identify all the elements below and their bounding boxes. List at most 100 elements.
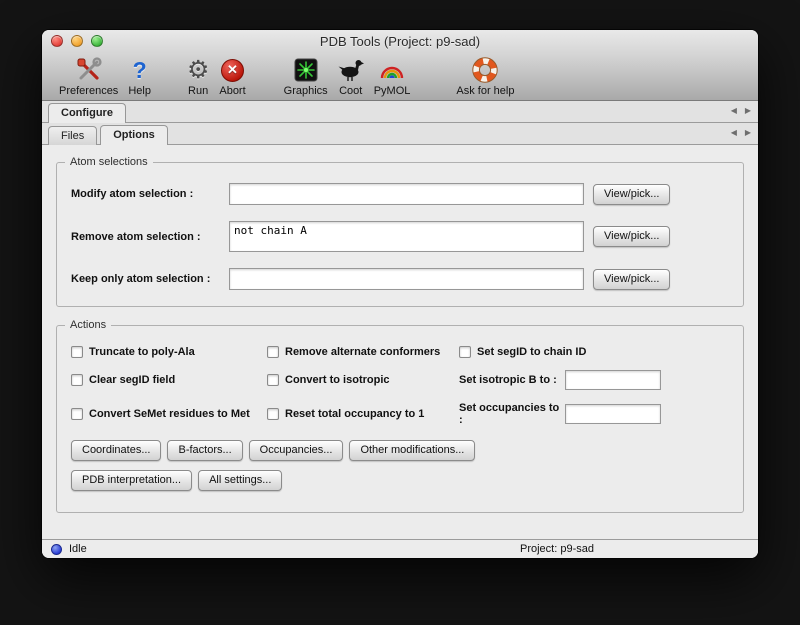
graphics-icon [294,56,318,84]
lifering-icon [472,56,498,84]
tab-configure[interactable]: Configure [48,103,126,123]
toolbar-label-ask-for-help: Ask for help [456,85,514,97]
keep-only-view-pick-button[interactable]: View/pick... [593,269,670,290]
tab-scroll-right-icon[interactable]: ▶ [745,128,751,137]
tab-scroll-arrows-inner: ◀ ▶ [731,128,751,137]
keep-only-atom-selection-label: Keep only atom selection : [71,273,229,285]
toolbar-item-coot[interactable]: Coot [333,56,369,97]
set-occupancies-field: Set occupancies to : [459,402,729,426]
abort-icon: ✕ [221,56,244,84]
tab-scroll-left-icon[interactable]: ◀ [731,128,737,137]
checkbox-icon[interactable] [459,346,471,358]
close-button[interactable] [51,35,63,47]
tab-scroll-right-icon[interactable]: ▶ [745,106,751,115]
checkbox-icon[interactable] [267,408,279,420]
tab-options[interactable]: Options [100,125,168,145]
b-factors-button[interactable]: B-factors... [167,440,242,461]
window-title: PDB Tools (Project: p9-sad) [320,34,480,49]
checkbox-set-segid-to-chain-id[interactable]: Set segID to chain ID [459,346,729,358]
tab-scroll-left-icon[interactable]: ◀ [731,106,737,115]
checkbox-label: Truncate to poly-Ala [89,346,195,358]
checkbox-icon[interactable] [71,374,83,386]
checkbox-reset-total-occupancy[interactable]: Reset total occupancy to 1 [267,408,459,420]
set-isotropic-b-label: Set isotropic B to : [459,374,565,386]
checkbox-truncate-poly-ala[interactable]: Truncate to poly-Ala [71,346,267,358]
checkbox-icon[interactable] [71,346,83,358]
actions-buttons-row-2: PDB interpretation... All settings... [71,470,729,491]
all-settings-button[interactable]: All settings... [198,470,282,491]
toolbar-label-abort: Abort [219,85,245,97]
actions-buttons-row-1: Coordinates... B-factors... Occupancies.… [71,440,729,461]
checkbox-label: Set segID to chain ID [477,346,586,358]
status-indicator-icon [51,544,62,555]
coordinates-button[interactable]: Coordinates... [71,440,161,461]
project-label: Project: p9-sad [520,543,594,555]
toolbar-item-graphics[interactable]: Graphics [279,56,333,97]
set-occupancies-label: Set occupancies to : [459,402,565,426]
set-isotropic-b-field: Set isotropic B to : [459,370,729,390]
checkbox-clear-segid-field[interactable]: Clear segID field [71,374,267,386]
atom-selections-group: Atom selections Modify atom selection : … [56,162,744,307]
checkbox-convert-semet-to-met[interactable]: Convert SeMet residues to Met [71,408,267,420]
tab-files[interactable]: Files [48,126,97,145]
remove-atom-selection-row: Remove atom selection : not chain A View… [71,221,729,252]
remove-atom-selection-label: Remove atom selection : [71,231,229,243]
remove-view-pick-button[interactable]: View/pick... [593,226,670,247]
checkbox-icon[interactable] [267,374,279,386]
tabrow-inner: Files Options ◀ ▶ [42,123,758,145]
pdb-interpretation-button[interactable]: PDB interpretation... [71,470,192,491]
checkbox-label: Convert SeMet residues to Met [89,408,250,420]
checkbox-label: Remove alternate conformers [285,346,440,358]
group-title-actions: Actions [65,319,111,331]
titlebar[interactable]: PDB Tools (Project: p9-sad) [42,30,758,52]
checkbox-label: Clear segID field [89,374,175,386]
checkbox-remove-alternate-conformers[interactable]: Remove alternate conformers [267,346,459,358]
toolbar-label-graphics: Graphics [284,85,328,97]
pdb-tools-window: PDB Tools (Project: p9-sad) Preferences … [42,30,758,558]
gear-icon: ⚙ [187,56,209,84]
toolbar: Preferences ? Help ⚙ Run ✕ Abort [42,52,758,100]
toolbar-label-run: Run [188,85,208,97]
occupancies-button[interactable]: Occupancies... [249,440,344,461]
actions-grid: Truncate to poly-Ala Remove alternate co… [71,346,729,426]
checkbox-label: Convert to isotropic [285,374,390,386]
toolbar-item-preferences[interactable]: Preferences [54,56,123,97]
toolbar-label-preferences: Preferences [59,85,118,97]
traffic-lights [51,35,103,47]
status-bar: Idle Project: p9-sad [42,539,758,558]
other-modifications-button[interactable]: Other modifications... [349,440,475,461]
toolbar-item-ask-for-help[interactable]: Ask for help [451,56,519,97]
modify-atom-selection-label: Modify atom selection : [71,188,229,200]
set-occupancies-input[interactable] [565,404,661,424]
options-panel: Atom selections Modify atom selection : … [42,145,758,539]
toolbar-item-run[interactable]: ⚙ Run [182,56,214,97]
toolbar-item-pymol[interactable]: PyMOL [369,56,416,97]
coot-bird-icon [338,56,364,84]
tab-scroll-arrows-outer: ◀ ▶ [731,106,751,115]
toolbar-label-pymol: PyMOL [374,85,411,97]
toolbar-item-abort[interactable]: ✕ Abort [214,56,250,97]
checkbox-icon[interactable] [267,346,279,358]
remove-atom-selection-input[interactable]: not chain A [229,221,584,252]
group-title-atom-selections: Atom selections [65,156,153,168]
set-isotropic-b-input[interactable] [565,370,661,390]
toolbar-label-coot: Coot [339,85,362,97]
modify-view-pick-button[interactable]: View/pick... [593,184,670,205]
checkbox-convert-to-isotropic[interactable]: Convert to isotropic [267,374,459,386]
checkbox-icon[interactable] [71,408,83,420]
actions-group: Actions Truncate to poly-Ala Remove alte… [56,325,744,513]
modify-atom-selection-row: Modify atom selection : View/pick... [71,183,729,205]
help-icon: ? [133,56,147,84]
keep-only-atom-selection-row: Keep only atom selection : View/pick... [71,268,729,290]
status-text: Idle [69,543,87,555]
checkbox-label: Reset total occupancy to 1 [285,408,424,420]
keep-only-atom-selection-input[interactable] [229,268,584,290]
window-chrome: PDB Tools (Project: p9-sad) Preferences … [42,30,758,101]
zoom-button[interactable] [91,35,103,47]
tools-icon [76,56,102,84]
toolbar-item-help[interactable]: ? Help [123,56,156,97]
toolbar-label-help: Help [128,85,151,97]
tabrow-outer: Configure ◀ ▶ [42,101,758,123]
minimize-button[interactable] [71,35,83,47]
modify-atom-selection-input[interactable] [229,183,584,205]
